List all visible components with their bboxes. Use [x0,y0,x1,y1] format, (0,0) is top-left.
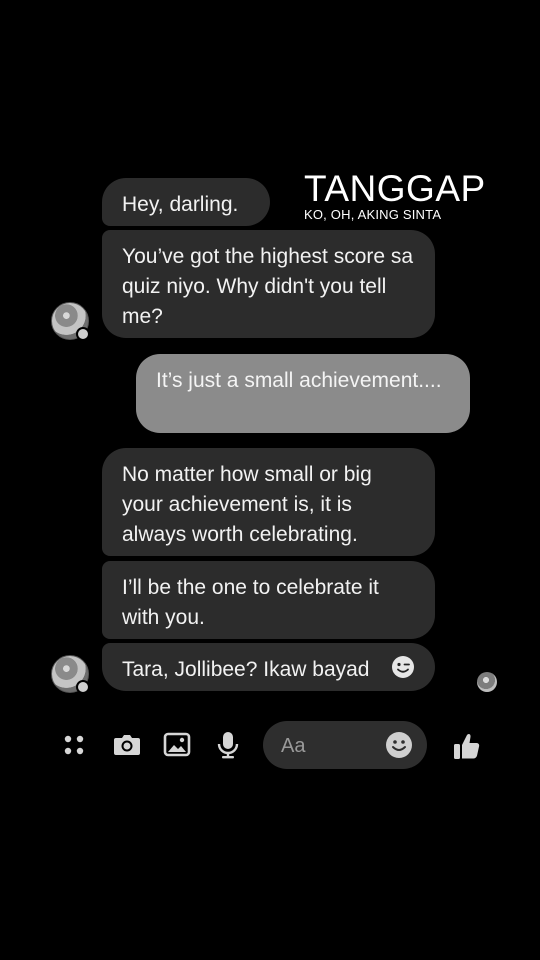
message-bubble-incoming[interactable]: I’ll be the one to celebrate it with you… [102,561,435,639]
camera-icon[interactable] [112,732,142,758]
message-input[interactable] [279,731,383,761]
active-status-dot [76,327,90,341]
message-composer[interactable] [263,721,427,769]
message-bubble-incoming[interactable]: Tara, Jollibee? Ikaw bayad [102,643,435,691]
message-text: You’ve got the highest score sa quiz niy… [122,245,414,328]
winking-face-emoji-icon [392,656,414,678]
message-bubble-incoming[interactable]: No matter how small or big your achievem… [102,448,435,556]
overlay-subtitle: KO, OH, AKING SINTA [304,207,442,222]
message-text: Hey, darling. [122,193,239,216]
overlay-title-block: TANGGAP KO, OH, AKING SINTA [304,170,486,222]
image-icon[interactable] [163,732,191,758]
thumbs-up-icon[interactable] [452,731,482,761]
smiley-icon[interactable] [385,731,413,759]
microphone-icon[interactable] [216,731,240,759]
message-text: Tara, Jollibee? Ikaw bayad [122,658,370,681]
message-bubble-incoming[interactable]: You’ve got the highest score sa quiz niy… [102,230,435,338]
contact-avatar[interactable] [51,302,90,341]
overlay-title: TANGGAP [304,168,486,209]
message-bubble-incoming[interactable]: Hey, darling. [102,178,270,226]
message-text: It’s just a small achievement.... [156,369,442,392]
contact-avatar[interactable] [51,655,90,694]
message-text: No matter how small or big your achievem… [122,463,372,546]
message-bubble-outgoing[interactable]: It’s just a small achievement.... [136,354,470,433]
message-text: I’ll be the one to celebrate it with you… [122,576,379,629]
four-dots-icon[interactable] [62,733,86,757]
seen-receipt-avatar [477,672,497,692]
active-status-dot [76,680,90,694]
